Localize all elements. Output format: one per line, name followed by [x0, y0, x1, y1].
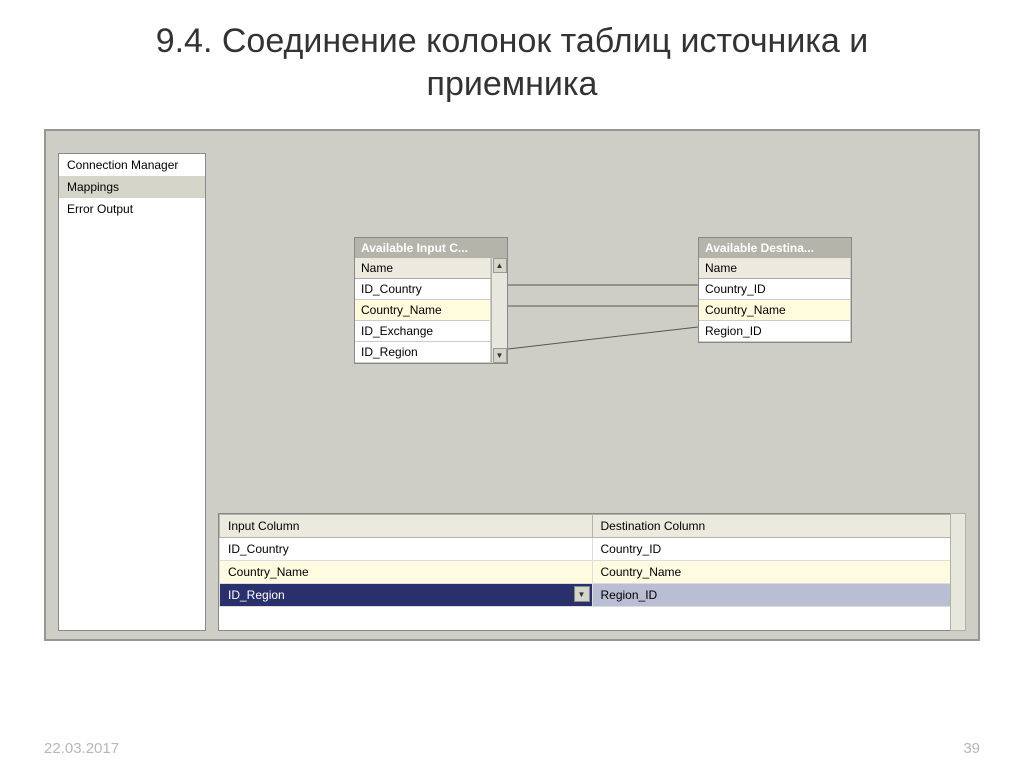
grid-cell-input[interactable]: ID_Region▼: [220, 584, 593, 607]
slide-number: 39: [963, 740, 980, 757]
scroll-up-button[interactable]: ▲: [493, 258, 507, 273]
list-item[interactable]: Region_ID: [699, 321, 851, 342]
list-item[interactable]: ID_Country: [355, 279, 491, 300]
list-item[interactable]: Country_Name: [355, 300, 491, 321]
slide-footer: 22.03.2017 39: [0, 740, 1024, 757]
sidebar-item-error-output[interactable]: Error Output: [59, 198, 205, 220]
grid-header-input[interactable]: Input Column: [220, 515, 593, 538]
grid-row[interactable]: ID_Region▼Region_ID: [220, 584, 965, 607]
mapping-lines: [218, 153, 966, 471]
grid-cell-destination[interactable]: Country_Name: [592, 561, 965, 584]
list-item[interactable]: Country_ID: [699, 279, 851, 300]
available-destination-columns-listbox[interactable]: Available Destina... NameCountry_IDCount…: [698, 237, 852, 343]
grid-row[interactable]: Country_NameCountry_Name: [220, 561, 965, 584]
grid-row[interactable]: ID_CountryCountry_ID: [220, 538, 965, 561]
grid-cell-input[interactable]: ID_Country: [220, 538, 593, 561]
grid-cell-destination[interactable]: Region_ID: [592, 584, 965, 607]
dropdown-arrow-icon[interactable]: ▼: [574, 586, 590, 602]
list-header[interactable]: Name: [699, 258, 851, 279]
sidebar-item-mappings[interactable]: Mappings: [59, 176, 205, 198]
mapping-canvas: Available Input C... NameID_CountryCount…: [218, 153, 966, 471]
available-input-columns-listbox[interactable]: Available Input C... NameID_CountryCount…: [354, 237, 508, 364]
list-item[interactable]: ID_Exchange: [355, 321, 491, 342]
grid-cell-input[interactable]: Country_Name: [220, 561, 593, 584]
list-item[interactable]: ID_Region: [355, 342, 491, 363]
grid-cell-destination[interactable]: Country_ID: [592, 538, 965, 561]
listbox-title: Available Destina...: [699, 238, 851, 258]
mapping-grid[interactable]: Input Column Destination Column ID_Count…: [218, 513, 966, 631]
scrollbar[interactable]: ▲ ▼: [491, 258, 507, 363]
list-item[interactable]: Country_Name: [699, 300, 851, 321]
dialog-window: Connection ManagerMappingsError Output A…: [44, 129, 980, 641]
scroll-down-button[interactable]: ▼: [493, 348, 507, 363]
listbox-title: Available Input C...: [355, 238, 507, 258]
slide-title: 9.4. Соединение колонок таблиц источника…: [0, 0, 1024, 117]
sidebar-item-connection-manager[interactable]: Connection Manager: [59, 154, 205, 176]
sidebar-nav: Connection ManagerMappingsError Output: [58, 153, 206, 631]
slide-date: 22.03.2017: [44, 740, 119, 757]
grid-scrollbar[interactable]: [950, 513, 966, 631]
grid-header-destination[interactable]: Destination Column: [592, 515, 965, 538]
list-header[interactable]: Name: [355, 258, 491, 279]
